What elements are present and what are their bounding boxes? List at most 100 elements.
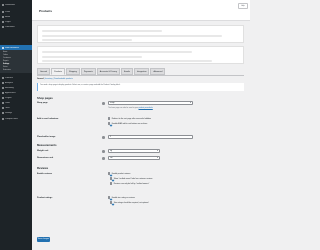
placeholder-image-input[interactable]: 5 bbox=[108, 135, 193, 139]
sidebar-item-products[interactable]: Products bbox=[0, 76, 32, 80]
admin-sidebar: Dashboard Posts Media Pages Comments Woo… bbox=[0, 0, 32, 250]
submenu-item[interactable]: Extensions bbox=[3, 69, 11, 72]
chevron-down-icon: ▾ bbox=[189, 102, 191, 104]
checkbox[interactable] bbox=[108, 117, 111, 120]
dimensions-unit-select[interactable]: cm ▾ bbox=[108, 156, 160, 160]
help-tip-icon[interactable] bbox=[102, 157, 105, 160]
sidebar-item-tools[interactable]: Tools bbox=[0, 106, 32, 110]
checkbox-label: Star ratings should be required, not opt… bbox=[113, 201, 149, 204]
weight-unit-select[interactable]: kg ▾ bbox=[108, 149, 160, 153]
sidebar-item-comments[interactable]: Comments bbox=[0, 25, 32, 29]
notice-panel bbox=[37, 46, 244, 64]
dimensions-unit-value: cm bbox=[110, 157, 113, 159]
appearance-icon bbox=[2, 92, 4, 94]
sidebar-item-marketing[interactable]: Marketing bbox=[0, 86, 32, 90]
tab-integration[interactable]: Integration bbox=[133, 68, 150, 75]
enable-reviews-label: Enable reviews bbox=[37, 173, 53, 175]
sidebar-item-pages[interactable]: Pages bbox=[0, 20, 32, 24]
checkbox-label: Redirect to the cart page after successf… bbox=[111, 117, 152, 120]
verified-owners-only-option[interactable]: Reviews can only be left by "verified ow… bbox=[110, 182, 149, 185]
checkbox-label: Reviews can only be left by "verified ow… bbox=[113, 182, 150, 185]
checkbox-label: Enable product reviews bbox=[111, 172, 131, 175]
settings-icon bbox=[2, 112, 4, 114]
sidebar-item-media[interactable]: Media bbox=[0, 15, 32, 19]
dashboard-icon bbox=[2, 4, 4, 6]
sidebar-item-analytics[interactable]: Analytics bbox=[0, 81, 32, 85]
notice-panel bbox=[37, 25, 244, 43]
dimensions-unit-label: Dimensions unit bbox=[37, 157, 54, 159]
posts-icon bbox=[2, 11, 4, 13]
subnav-link-downloadable[interactable]: Downloadable products bbox=[54, 78, 73, 80]
checkbox[interactable] bbox=[110, 201, 113, 204]
tab-general[interactable]: General bbox=[37, 68, 51, 75]
tools-icon bbox=[2, 107, 4, 109]
tab-payments[interactable]: Payments bbox=[80, 68, 96, 75]
checkbox[interactable] bbox=[108, 172, 111, 175]
tab-advanced[interactable]: Advanced bbox=[150, 68, 166, 75]
shop-page-select[interactable]: Shop ▾ bbox=[108, 101, 193, 105]
checkbox[interactable] bbox=[110, 177, 113, 180]
help-tip-icon[interactable] bbox=[102, 136, 105, 139]
sidebar-item-users[interactable]: Users bbox=[0, 101, 32, 105]
placeholder-line bbox=[42, 51, 192, 53]
plugins-icon bbox=[2, 97, 4, 99]
help-button[interactable]: Help bbox=[238, 3, 248, 9]
checkbox-label: Show "verified owner" label on customer … bbox=[113, 177, 153, 180]
woocommerce-icon bbox=[2, 46, 4, 49]
placeholder-image-label: Placeholder image bbox=[37, 136, 56, 138]
weight-unit-value: kg bbox=[110, 150, 112, 152]
section-heading-measurements: Measurements bbox=[37, 143, 57, 147]
sidebar-item-posts[interactable]: Posts bbox=[0, 10, 32, 14]
placeholder-line bbox=[42, 60, 212, 62]
comments-icon bbox=[2, 26, 4, 28]
product-permalinks-link[interactable]: product permalinks bbox=[139, 107, 153, 109]
enable-reviews-option[interactable]: Enable product reviews bbox=[108, 172, 130, 175]
placeholder-line bbox=[42, 30, 162, 32]
tab-shipping[interactable]: Shipping bbox=[66, 68, 80, 75]
screen: { "header": { "title": "Products", "help… bbox=[0, 0, 250, 250]
ajax-cart-option[interactable]: Enable AJAX add to cart buttons on archi… bbox=[108, 122, 147, 125]
shop-page-description: The base page can also be used in your p… bbox=[108, 107, 153, 109]
sidebar-item-appearance[interactable]: Appearance bbox=[0, 91, 32, 95]
save-changes-button[interactable]: Save changes bbox=[37, 237, 50, 242]
tab-divider bbox=[37, 75, 244, 76]
users-icon bbox=[2, 102, 4, 104]
sidebar-item-dashboard[interactable]: Dashboard bbox=[0, 3, 32, 7]
add-to-cart-label: Add to cart behaviour bbox=[37, 118, 59, 120]
shop-page-desc-text: The base page can also be used in your bbox=[108, 107, 139, 109]
products-icon bbox=[2, 77, 4, 79]
tab-products[interactable]: Products bbox=[51, 68, 66, 75]
help-tip-icon[interactable] bbox=[102, 150, 105, 153]
analytics-icon bbox=[2, 82, 4, 84]
sidebar-collapse[interactable]: Collapse menu bbox=[0, 117, 32, 121]
media-icon bbox=[2, 16, 4, 18]
chevron-down-icon: ▾ bbox=[156, 157, 158, 159]
checkbox[interactable] bbox=[108, 122, 111, 125]
settings-tabs: General Products Shipping Payments Accou… bbox=[37, 68, 166, 75]
section-heading-shop-pages: Shop pages bbox=[37, 96, 53, 100]
weight-unit-label: Weight unit bbox=[37, 150, 49, 152]
checkbox-label: Enable AJAX add to cart buttons on archi… bbox=[111, 122, 148, 125]
placeholder-line bbox=[42, 56, 142, 58]
checkbox[interactable] bbox=[110, 182, 113, 185]
checkbox-label: Enable star rating on reviews bbox=[111, 196, 135, 199]
verified-owner-label-option[interactable]: Show "verified owner" label on customer … bbox=[110, 177, 152, 180]
help-tip-icon[interactable] bbox=[102, 102, 105, 105]
marketing-icon bbox=[2, 87, 4, 89]
woocommerce-submenu: Home Orders Customers Reports Settings S… bbox=[0, 50, 32, 73]
section-heading-reviews: Reviews bbox=[37, 166, 49, 170]
section-subnav: General | Inventory | Downloadable produ… bbox=[37, 78, 73, 80]
tab-emails[interactable]: Emails bbox=[120, 68, 133, 75]
page-header: Products Help bbox=[32, 0, 250, 21]
star-rating-option[interactable]: Enable star rating on reviews bbox=[108, 196, 135, 199]
star-rating-required-option[interactable]: Star ratings should be required, not opt… bbox=[110, 201, 149, 204]
chevron-down-icon: ▾ bbox=[156, 150, 158, 152]
checkbox[interactable] bbox=[108, 196, 111, 199]
pages-icon bbox=[2, 21, 4, 23]
sidebar-item-plugins[interactable]: Plugins bbox=[0, 96, 32, 100]
subnav-link-inventory[interactable]: Inventory bbox=[45, 78, 52, 80]
add-to-cart-option[interactable]: Redirect to the cart page after successf… bbox=[108, 117, 151, 120]
subnav-current: General bbox=[37, 78, 44, 80]
tab-accounts[interactable]: Accounts & Privacy bbox=[96, 68, 120, 75]
sidebar-item-settings[interactable]: Settings bbox=[0, 111, 32, 115]
